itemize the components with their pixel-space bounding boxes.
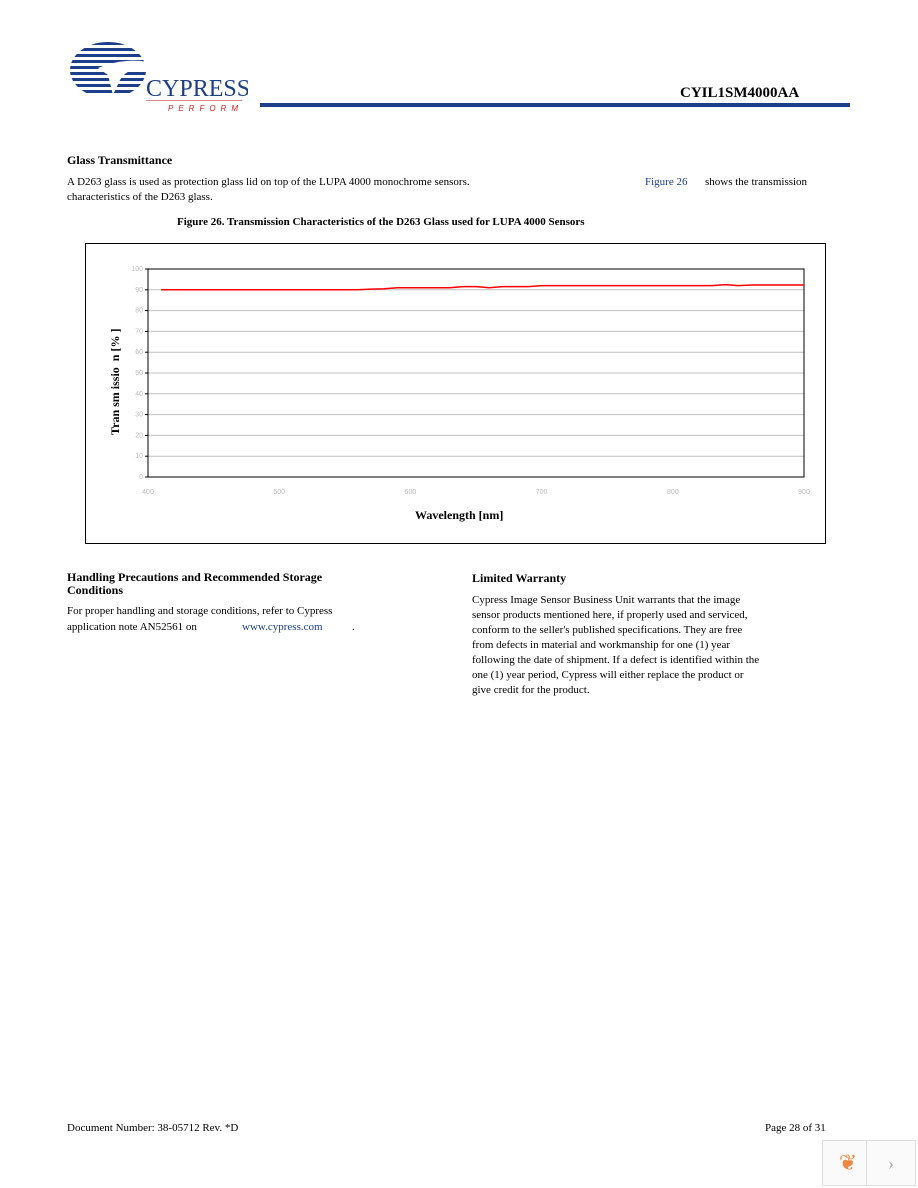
x-tick-label: 600 xyxy=(405,489,417,496)
doc-number: Document Number: 38-05712 Rev. *D xyxy=(67,1122,239,1134)
x-tick-label: 900 xyxy=(798,489,810,496)
y-tick-label: 50 xyxy=(135,370,143,377)
x-axis-label: Wavelength [nm] xyxy=(415,508,504,522)
y-axis-label: Tran sm issio n [% ] xyxy=(108,328,122,435)
document-page: CYPRESS PERFORM CYIL1SM4000AA Glass Tran… xyxy=(0,0,918,1188)
x-tick-label: 800 xyxy=(667,489,679,496)
next-page-button[interactable]: › xyxy=(866,1140,916,1186)
warranty-text: Cypress Image Sensor Business Unit warra… xyxy=(472,593,759,698)
y-tick-label: 0 xyxy=(139,474,143,481)
y-tick-label: 80 xyxy=(135,308,143,315)
page-number: Page 28 of 31 xyxy=(765,1122,826,1134)
body-text: . xyxy=(352,621,355,633)
warranty-heading: Limited Warranty xyxy=(472,571,567,585)
y-tick-label: 40 xyxy=(135,391,143,398)
y-tick-label: 60 xyxy=(135,349,143,356)
x-tick-label: 700 xyxy=(536,489,548,496)
y-tick-label: 70 xyxy=(135,328,143,335)
transmission-line xyxy=(161,283,804,291)
heading-line: Conditions xyxy=(67,583,124,597)
handling-heading: Handling Precautions and Recommended Sto… xyxy=(67,571,322,597)
text-line: one (1) year period, Cypress will either… xyxy=(472,669,744,681)
x-tick-label: 500 xyxy=(273,489,285,496)
cypress-link[interactable]: www.cypress.com xyxy=(242,620,323,635)
y-tick-label: 10 xyxy=(135,453,143,460)
text-line: conform to the seller's published specif… xyxy=(472,624,743,636)
text-line: give credit for the product. xyxy=(472,684,590,696)
body-text: For proper handling and storage conditio… xyxy=(67,605,333,617)
text-line: sensor products mentioned here, if prope… xyxy=(472,609,748,621)
y-tick-label: 100 xyxy=(131,266,143,273)
body-text: application note AN52561 on xyxy=(67,621,197,633)
y-tick-label: 20 xyxy=(135,432,143,439)
chevron-right-icon: › xyxy=(888,1153,894,1173)
transmission-chart: 0 10 20 30 40 50 60 70 80 90 100 400 500 600 700 800 900 xyxy=(131,266,810,496)
y-tick-label: 90 xyxy=(135,287,143,294)
text-line: Cypress Image Sensor Business Unit warra… xyxy=(472,594,741,606)
y-tick-label: 30 xyxy=(135,412,143,419)
text-line: from defects in material and workmanship… xyxy=(472,639,731,651)
x-tick-label: 400 xyxy=(142,489,154,496)
text-line: following the date of shipment. If a def… xyxy=(472,654,760,666)
